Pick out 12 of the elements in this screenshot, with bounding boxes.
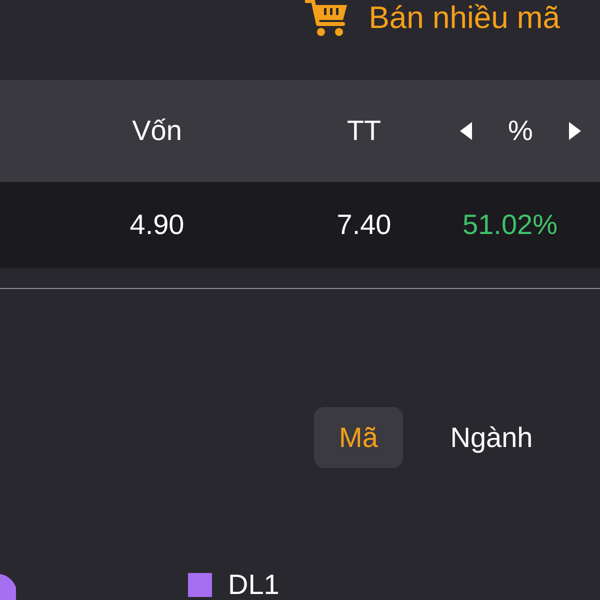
view-tab[interactable]: Mã xyxy=(314,407,403,468)
column-header: TT xyxy=(346,114,382,148)
column-header: % xyxy=(508,114,533,148)
legend-label: DL1 xyxy=(228,570,280,600)
sell-multiple-button[interactable]: Bán nhiều mã xyxy=(304,0,560,38)
table-cell-text: 4.90 xyxy=(130,208,184,242)
caret-left-icon[interactable] xyxy=(460,122,472,140)
view-tab[interactable]: Ngành xyxy=(447,407,536,468)
column-header: Vốn xyxy=(132,114,182,148)
table-cell-text: 7.40 xyxy=(336,208,392,242)
caret-right-icon[interactable] xyxy=(568,122,581,140)
percent-cell-text: 51.02% xyxy=(462,208,558,242)
